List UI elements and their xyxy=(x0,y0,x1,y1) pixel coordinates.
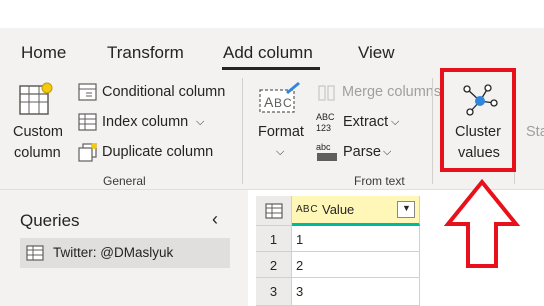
format-icon[interactable]: A B C xyxy=(258,80,302,118)
merge-columns-icon xyxy=(316,83,338,103)
title-strip xyxy=(0,0,544,28)
conditional-column-icon[interactable] xyxy=(77,82,99,102)
truncated-ribbon-button: Sta xyxy=(526,124,544,140)
query-item[interactable]: Twitter: @DMaslyuk xyxy=(20,238,230,268)
chevron-down-icon[interactable]: ⌵ xyxy=(196,116,204,129)
custom-column-icon[interactable] xyxy=(14,80,58,120)
table-cell[interactable]: 1 xyxy=(292,226,420,252)
queries-title: Queries xyxy=(20,211,80,230)
chevron-down-icon[interactable]: ⌵ xyxy=(276,146,284,159)
highlight-box xyxy=(440,68,516,172)
table-icon xyxy=(26,245,44,261)
group-label-from-text: From text xyxy=(354,174,405,188)
conditional-column-button[interactable]: Conditional column xyxy=(102,84,225,100)
chevron-down-icon[interactable]: ⌵ xyxy=(391,116,399,129)
column-header-value[interactable]: A B C Value ▼ xyxy=(292,196,420,226)
svg-text:123: 123 xyxy=(316,123,331,133)
duplicate-column-icon[interactable] xyxy=(77,142,99,162)
svg-text:C: C xyxy=(283,96,292,110)
row-number-text: 1 xyxy=(269,232,278,247)
index-column-icon[interactable] xyxy=(77,112,99,132)
index-column-button[interactable]: Index column xyxy=(102,114,188,130)
extract-icon[interactable]: ABC 123 xyxy=(315,110,341,134)
cell-value: 3 xyxy=(296,284,304,299)
text-type-icon[interactable]: A B C xyxy=(296,204,318,215)
row-number-text: 3 xyxy=(269,284,278,299)
tab-transform[interactable]: Transform xyxy=(107,43,184,63)
svg-text:abc: abc xyxy=(316,142,331,152)
table-cell[interactable]: 2 xyxy=(292,252,420,278)
custom-column-label-2[interactable]: column xyxy=(14,145,61,161)
query-item-label: Twitter: @DMaslyuk xyxy=(53,245,174,260)
svg-text:A: A xyxy=(264,94,274,110)
row-number[interactable]: 1 xyxy=(256,226,292,252)
table-cell[interactable]: 3 xyxy=(292,278,420,306)
format-button[interactable]: Format xyxy=(258,124,304,140)
arrow-up-icon xyxy=(443,178,521,306)
row-number[interactable]: 3 xyxy=(256,278,292,306)
svg-text:B: B xyxy=(274,96,282,110)
svg-text:ABC: ABC xyxy=(316,112,335,122)
cell-value: 2 xyxy=(296,258,304,273)
group-label-general: General xyxy=(103,174,146,188)
tab-home[interactable]: Home xyxy=(21,43,66,63)
parse-icon[interactable]: abc xyxy=(315,140,341,164)
active-tab-indicator xyxy=(222,67,320,70)
chevron-left-icon[interactable]: ‹ xyxy=(212,209,218,230)
merge-columns-button: Merge columns xyxy=(342,84,442,100)
tab-add-column[interactable]: Add column xyxy=(223,43,313,63)
row-number[interactable]: 2 xyxy=(256,252,292,278)
column-filter-dropdown[interactable]: ▼ xyxy=(397,201,415,218)
cell-value: 1 xyxy=(296,232,304,247)
select-all-corner[interactable] xyxy=(256,196,292,226)
column-header-label: Value xyxy=(322,202,355,217)
custom-column-label-1[interactable]: Custom xyxy=(13,124,63,140)
extract-button[interactable]: Extract xyxy=(343,114,388,130)
duplicate-column-button[interactable]: Duplicate column xyxy=(102,144,213,160)
row-number-text: 2 xyxy=(269,258,278,273)
group-separator xyxy=(432,78,433,184)
dropdown-arrow-icon: ▼ xyxy=(402,203,411,213)
group-separator xyxy=(242,78,243,184)
table-icon xyxy=(265,203,283,219)
tab-view[interactable]: View xyxy=(358,43,395,63)
chevron-down-icon[interactable]: ⌵ xyxy=(383,146,391,159)
parse-button[interactable]: Parse xyxy=(343,144,381,160)
